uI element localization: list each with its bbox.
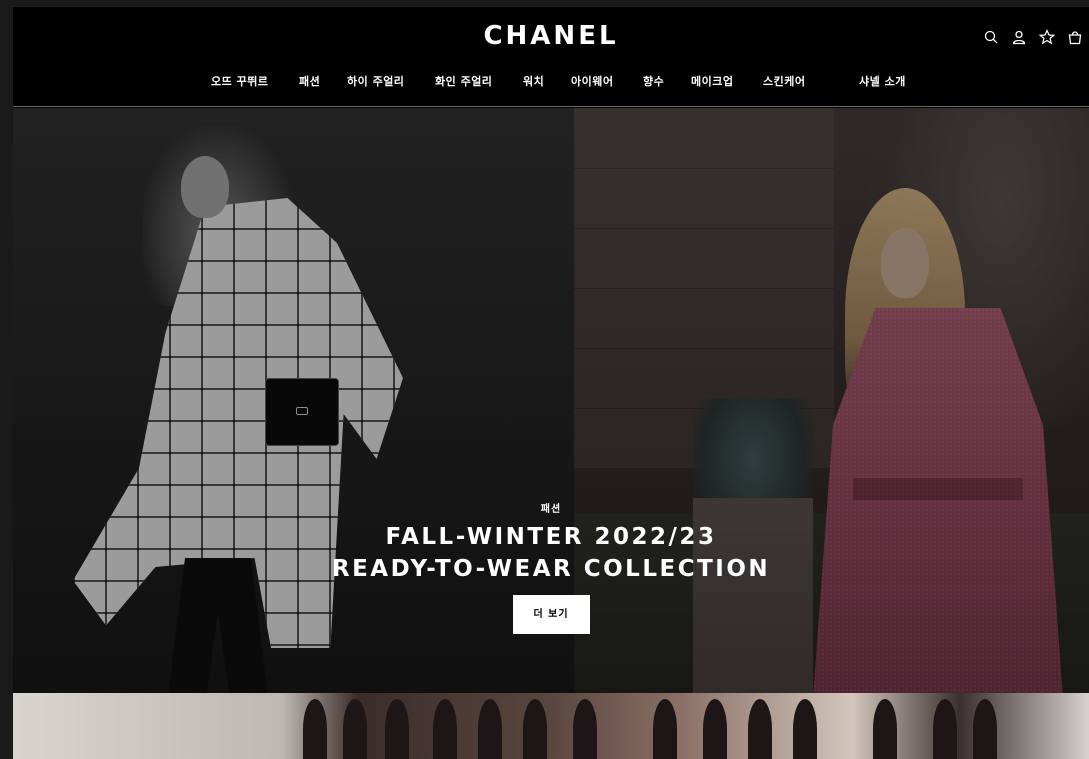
shopping-bag-icon[interactable] bbox=[1067, 29, 1083, 45]
hero-caption: 패션 FALL-WINTER 2022/23 READY-TO-WEAR COL… bbox=[13, 500, 1089, 634]
hero-title-line-2: READY-TO-WEAR COLLECTION bbox=[331, 556, 771, 582]
window-frame-left bbox=[0, 0, 13, 759]
window-frame-top bbox=[0, 0, 1089, 7]
utility-icons bbox=[983, 29, 1083, 45]
nav-item-about-chanel[interactable]: 샤넬 소개 bbox=[859, 73, 906, 89]
site-header: CHANEL 오뜨 꾸뛰르 패션 하이 주얼리 화인 주얼리 워치 아이웨어 향… bbox=[13, 7, 1089, 107]
hero-title-line-1: FALL-WINTER 2022/23 bbox=[385, 524, 717, 550]
search-icon[interactable] bbox=[983, 29, 999, 45]
nav-item-haute-couture[interactable]: 오뜨 꾸뛰르 bbox=[211, 73, 268, 89]
nav-item-eyewear[interactable]: 아이웨어 bbox=[571, 73, 613, 89]
nav-item-makeup[interactable]: 메이크업 bbox=[691, 73, 733, 89]
nav-item-skincare[interactable]: 스킨케어 bbox=[763, 73, 805, 89]
nav-item-fine-jewelry[interactable]: 화인 주얼리 bbox=[435, 73, 492, 89]
account-icon[interactable] bbox=[1011, 29, 1027, 45]
nav-item-fashion[interactable]: 패션 bbox=[299, 73, 320, 89]
nav-item-high-jewelry[interactable]: 하이 주얼리 bbox=[347, 73, 404, 89]
hero-banner[interactable]: 패션 FALL-WINTER 2022/23 READY-TO-WEAR COL… bbox=[13, 108, 1089, 693]
wishlist-star-icon[interactable] bbox=[1039, 29, 1055, 45]
main-navigation: 오뜨 꾸뛰르 패션 하이 주얼리 화인 주얼리 워치 아이웨어 향수 메이크업 … bbox=[13, 73, 1089, 93]
chanel-logo[interactable]: CHANEL bbox=[13, 21, 1089, 51]
hero-category: 패션 bbox=[540, 504, 562, 515]
see-more-button[interactable]: 더 보기 bbox=[512, 595, 590, 634]
nav-item-fragrance[interactable]: 향수 bbox=[643, 73, 664, 89]
page: CHANEL 오뜨 꾸뛰르 패션 하이 주얼리 화인 주얼리 워치 아이웨어 향… bbox=[0, 0, 1089, 759]
nav-item-watches[interactable]: 워치 bbox=[523, 73, 544, 89]
next-section-preview[interactable] bbox=[13, 693, 1089, 759]
